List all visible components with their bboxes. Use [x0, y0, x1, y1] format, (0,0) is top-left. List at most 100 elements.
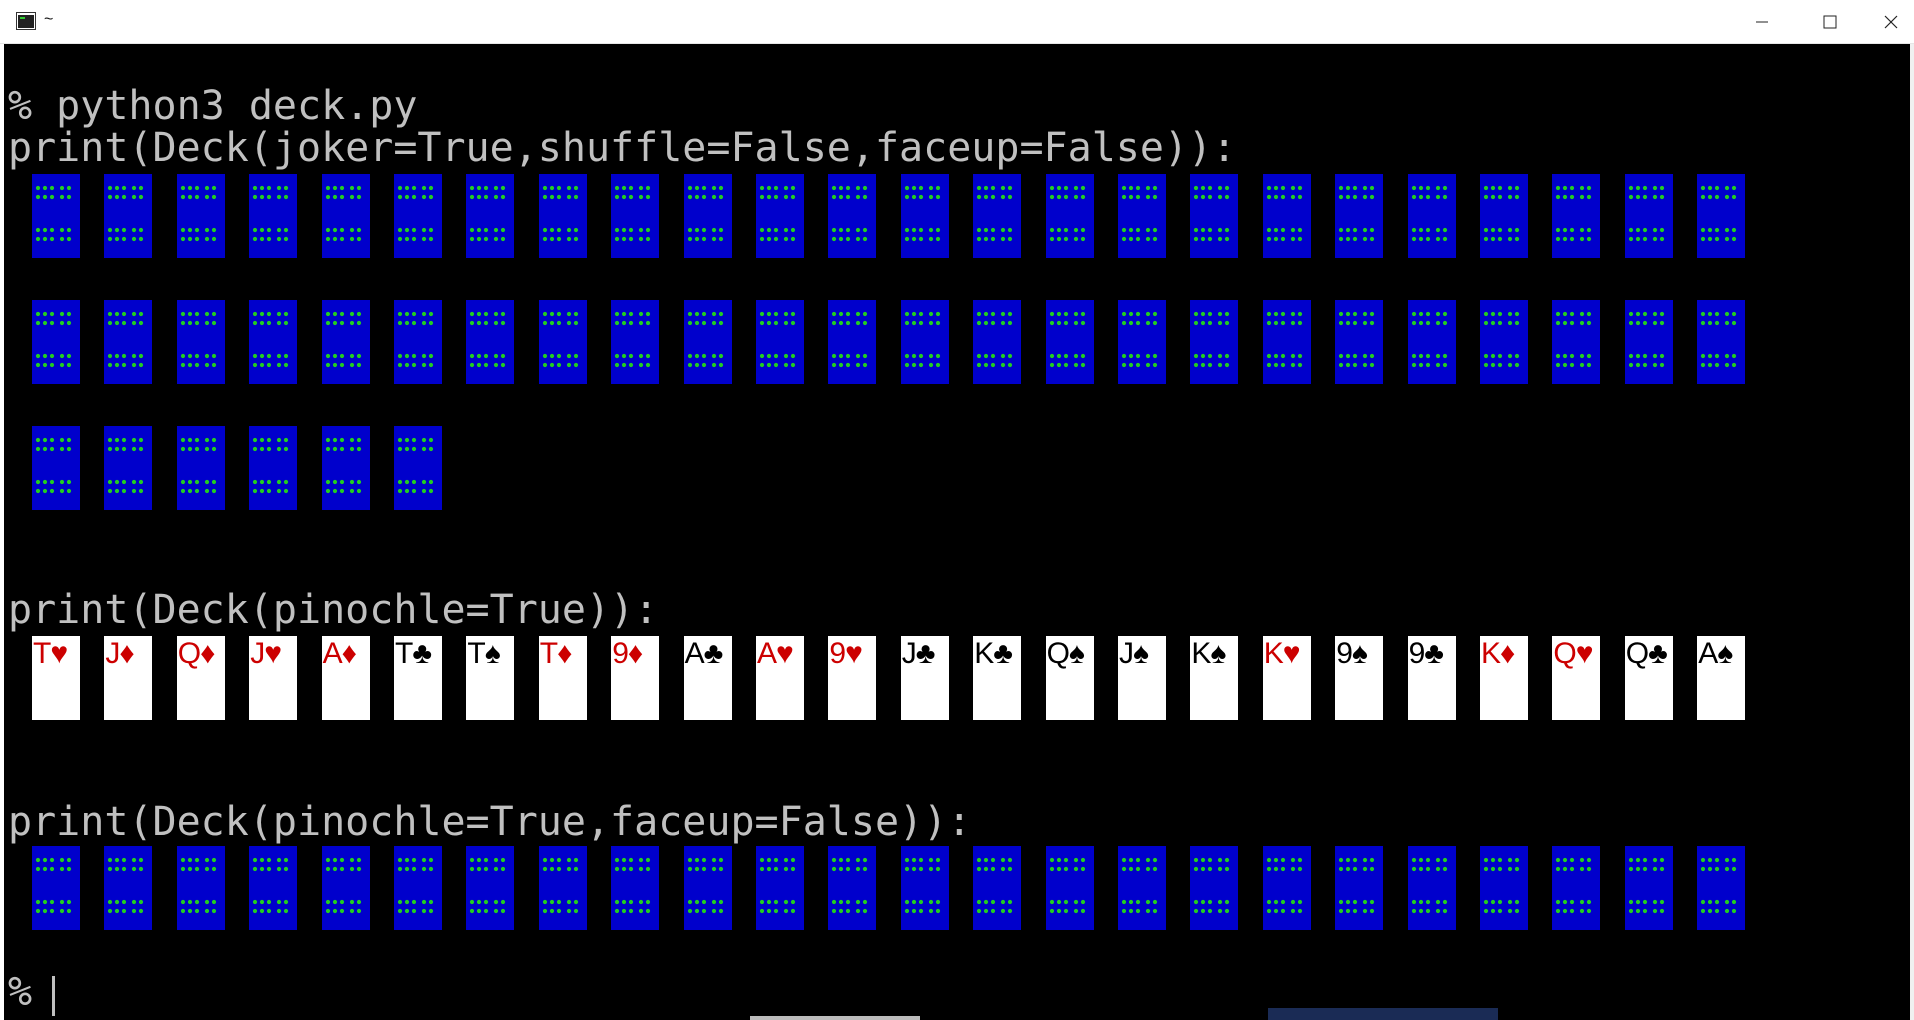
card-rank-suit: K♠ — [1191, 637, 1226, 670]
card-back — [249, 300, 298, 384]
card-back-pattern — [1411, 857, 1447, 914]
card-back-pattern — [108, 185, 144, 242]
card-face: K♠ — [1190, 636, 1239, 720]
card-back-pattern — [542, 311, 578, 368]
card-back-pattern — [1266, 857, 1302, 914]
card-back-pattern — [1701, 857, 1737, 914]
card-back-pattern — [1121, 857, 1158, 914]
card-back — [104, 846, 153, 930]
card-rank-suit: J♦ — [105, 637, 134, 670]
card-face: J♣ — [900, 636, 949, 720]
card-back — [1045, 300, 1094, 384]
print-statement-1: print(Deck(joker=True,shuffle=False,face… — [8, 125, 1237, 171]
card-back — [249, 846, 298, 930]
card-back-pattern — [904, 311, 940, 368]
card-face: J♦ — [104, 636, 153, 720]
terminal-icon — [16, 12, 36, 30]
card-face: 9♣ — [1407, 636, 1456, 720]
card-face: T♥ — [32, 636, 80, 720]
card-back-pattern — [1411, 185, 1447, 242]
card-back — [538, 174, 587, 258]
card-rank-suit: T♣ — [395, 637, 432, 670]
card-back — [176, 174, 225, 258]
card-back — [756, 300, 804, 384]
card-rank-suit: Q♦ — [177, 637, 216, 670]
card-back — [1697, 300, 1746, 384]
card-back-pattern — [397, 857, 434, 914]
card-back-pattern — [180, 185, 216, 242]
card-back-pattern — [615, 857, 651, 914]
card-back-pattern — [1266, 311, 1302, 368]
title-bar[interactable]: ~ — [0, 0, 1914, 44]
card-back-pattern — [470, 185, 506, 242]
card-back-pattern — [1628, 857, 1664, 914]
card-back-pattern — [397, 185, 434, 242]
card-back-pattern — [253, 857, 289, 914]
card-back-pattern — [180, 311, 216, 368]
card-back-pattern — [904, 857, 940, 914]
card-back — [1190, 846, 1239, 930]
card-back-pattern — [1121, 185, 1158, 242]
card-face: A♦ — [321, 636, 370, 720]
card-back-pattern — [542, 857, 578, 914]
print-statement-2: print(Deck(pinochle=True)): — [8, 587, 659, 633]
minimize-button[interactable] — [1732, 0, 1792, 44]
card-rank-suit: A♠ — [1698, 637, 1733, 670]
card-back-pattern — [759, 185, 796, 242]
card-back — [611, 174, 660, 258]
card-back — [394, 174, 442, 258]
card-back-pattern — [832, 857, 868, 914]
card-back-pattern — [325, 857, 361, 914]
card-back-pattern — [1483, 857, 1520, 914]
card-back-pattern — [615, 311, 651, 368]
card-back — [683, 846, 732, 930]
card-face: Q♦ — [176, 636, 225, 720]
card-back-pattern — [1049, 857, 1085, 914]
card-back-pattern — [542, 185, 578, 242]
shell-prompt: % — [8, 969, 33, 1015]
maximize-button[interactable] — [1800, 0, 1860, 44]
card-back — [1190, 174, 1239, 258]
card-face: K♣ — [973, 636, 1022, 720]
card-back — [32, 300, 80, 384]
card-face: Q♥ — [1552, 636, 1601, 720]
card-back — [32, 174, 80, 258]
card-back-pattern — [1483, 311, 1520, 368]
card-back — [176, 300, 225, 384]
card-back-pattern — [1266, 185, 1302, 242]
card-back-pattern — [687, 857, 723, 914]
card-back — [1624, 300, 1673, 384]
card-back-pattern — [1339, 857, 1375, 914]
close-button[interactable] — [1868, 0, 1914, 44]
card-back-pattern — [759, 311, 796, 368]
horizontal-scrollbar[interactable] — [750, 1016, 920, 1020]
card-back — [1190, 300, 1239, 384]
card-back — [466, 300, 515, 384]
card-face: 9♦ — [611, 636, 660, 720]
card-back-pattern — [1194, 311, 1230, 368]
card-back — [1407, 846, 1456, 930]
card-back-pattern — [1483, 185, 1520, 242]
card-back — [538, 300, 587, 384]
card-back — [394, 846, 442, 930]
card-back-pattern — [397, 437, 434, 494]
background-window-strip — [1268, 1008, 1498, 1020]
card-rank-suit: A♦ — [322, 637, 357, 670]
card-rank-suit: J♠ — [1119, 637, 1149, 670]
card-back — [321, 300, 370, 384]
card-back-pattern — [325, 185, 361, 242]
card-back — [1262, 174, 1311, 258]
card-back — [683, 174, 732, 258]
card-back-pattern — [108, 437, 144, 494]
minimize-icon — [1756, 21, 1768, 23]
card-back-pattern — [253, 437, 289, 494]
card-back-pattern — [35, 437, 72, 494]
card-face: 9♥ — [828, 636, 877, 720]
card-back — [321, 426, 370, 510]
card-back — [1045, 846, 1094, 930]
card-back — [611, 846, 660, 930]
terminal-output[interactable]: % python3 deck.py print(Deck(joker=True,… — [4, 44, 1910, 1020]
vertical-scrollbar[interactable] — [1910, 44, 1914, 1020]
card-rank-suit: K♦ — [1481, 637, 1515, 670]
card-back-pattern — [1049, 311, 1085, 368]
